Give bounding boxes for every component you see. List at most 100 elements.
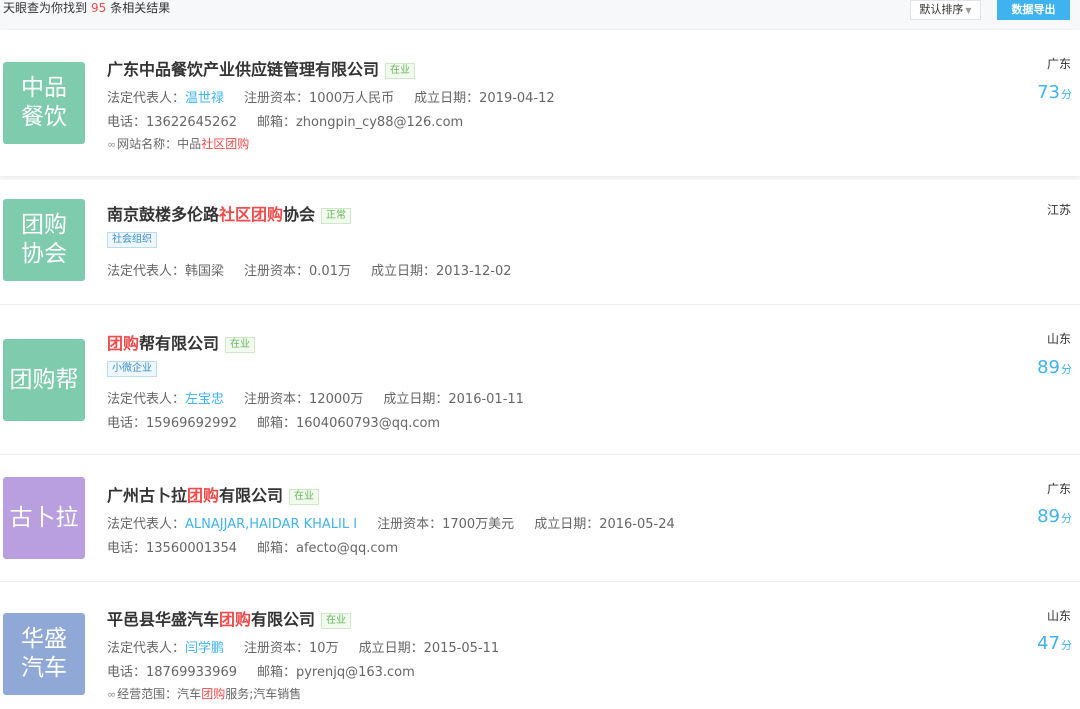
legal-rep-link[interactable]: ALNAJJAR,HAIDAR KHALIL I	[185, 517, 357, 532]
logo-text: 团购	[21, 212, 67, 238]
keyword-highlight: 团购	[219, 610, 252, 629]
score-value: 73	[1037, 82, 1060, 103]
company-logo[interactable]: 华盛 汽车	[3, 613, 85, 695]
results-toolbar: 天眼查为你找到 95 条相关结果 默认排序 ▼ 数据导出	[0, 0, 1080, 30]
company-name-link[interactable]: 广东中品餐饮产业供应链管理有限公司 在业	[107, 56, 416, 80]
score-unit: 分	[1061, 88, 1072, 101]
legal-rep-label: 法定代表人：	[107, 517, 186, 532]
link-icon: ∞	[107, 138, 117, 151]
phone: 电话：18769933969	[107, 665, 237, 680]
status-badge: 在业	[385, 63, 416, 79]
org-type-tag: 小微企业	[107, 361, 157, 377]
result-card-1: 中品餐饮 广东中品餐饮产业供应链管理有限公司 在业 法定代表人：温世禄 注册资本：1…	[0, 30, 1080, 176]
company-name-link[interactable]: 平邑县华盛汽车团购有限公司 在业	[107, 606, 352, 630]
founded-date: 成立日期：2015-05-11	[358, 641, 500, 656]
company-info-row: 法定代表人：韩国梁 注册资本：0.01万 成立日期：2013-12-02	[107, 260, 512, 279]
keyword-highlight: 团购	[187, 486, 220, 505]
email: 邮箱：afecto@qq.com	[256, 541, 399, 556]
company-logo[interactable]: 团购 协会	[3, 199, 85, 281]
keyword-highlight: 社区团购	[201, 137, 250, 151]
status-badge: 在业	[289, 489, 320, 505]
company-info-row: 法定代表人：左宝忠 注册资本：12000万 成立日期：2016-01-11	[107, 388, 524, 407]
score: 73分	[1037, 82, 1072, 103]
founded-date: 成立日期：2019-04-12	[414, 91, 555, 106]
sort-label: 默认排序	[919, 3, 964, 16]
logo-text: 协会	[21, 241, 67, 267]
result-card-2: 团购 协会 南京鼓楼多伦路社区团购协会 正常 社会组织 法定代表人：韩国梁 注册资本：…	[0, 180, 1080, 304]
company-name-part: 平邑县华盛汽车	[107, 610, 220, 629]
result-summary: 天眼查为你找到 95 条相关结果	[3, 0, 170, 16]
company-name-part: 广州古卜拉	[107, 486, 188, 505]
company-name-part: 协会	[283, 205, 316, 224]
score-unit: 分	[1061, 512, 1072, 525]
email: 邮箱：1604060793@qq.com	[256, 416, 441, 431]
phone: 电话：15969692992	[107, 416, 237, 431]
phone: 电话：13622645262	[107, 115, 237, 130]
keyword-highlight: 团购	[107, 334, 140, 353]
business-scope-row: ∞经营范围：汽车团购服务;汽车销售	[107, 685, 301, 702]
logo-text: 汽车	[21, 655, 67, 681]
result-card-4: 古卜拉 广州古卜拉团购有限公司 在业 法定代表人：ALNAJJAR,HAIDAR …	[0, 455, 1080, 581]
legal-rep-link[interactable]: 左宝忠	[185, 392, 224, 407]
phone: 电话：13560001354	[107, 541, 237, 556]
company-name-part: 南京鼓楼多伦路	[107, 205, 220, 224]
company-name: 广东中品餐饮产业供应链管理有限公司	[107, 60, 380, 79]
founded-date: 成立日期：2013-12-02	[370, 264, 512, 279]
logo-text: 中品	[21, 75, 67, 101]
contact-row: 电话：13560001354 邮箱：afecto@qq.com	[107, 537, 398, 556]
score: 89分	[1037, 357, 1072, 378]
result-count: 95	[91, 1, 107, 15]
website-label: 网站名称：中品	[117, 137, 202, 151]
keyword-highlight: 社区团购	[219, 205, 284, 224]
legal-rep-link[interactable]: 闫学鹏	[185, 641, 224, 656]
logo-text: 餐饮	[21, 104, 67, 130]
sort-dropdown[interactable]: 默认排序 ▼	[910, 0, 981, 20]
company-logo[interactable]: 古卜拉	[3, 477, 85, 559]
company-name-part: 帮有限公司	[139, 334, 220, 353]
logo-text: 华盛	[21, 626, 67, 652]
registered-capital: 注册资本：0.01万	[244, 264, 351, 279]
org-type-tag: 社会组织	[107, 232, 157, 248]
region: 广东	[1046, 57, 1071, 71]
region: 山东	[1046, 332, 1071, 346]
link-icon: ∞	[107, 688, 117, 701]
score: 89分	[1037, 506, 1072, 527]
legal-rep-label: 法定代表人：	[107, 264, 186, 279]
region: 广东	[1046, 482, 1071, 496]
legal-rep-label: 法定代表人：	[107, 91, 186, 106]
legal-rep-label: 法定代表人：	[107, 641, 186, 656]
score: 47分	[1037, 633, 1072, 654]
summary-prefix: 天眼查为你找到	[3, 1, 88, 15]
registered-capital: 注册资本：12000万	[244, 392, 364, 407]
email: 邮箱：zhongpin_cy88@126.com	[256, 115, 464, 130]
export-data-button[interactable]: 数据导出	[997, 0, 1070, 20]
founded-date: 成立日期：2016-01-11	[383, 392, 524, 407]
business-scope-label: 经营范围：汽车	[117, 687, 202, 701]
company-logo[interactable]: 团购帮	[3, 339, 85, 421]
company-name-part: 有限公司	[219, 486, 284, 505]
score-value: 89	[1037, 357, 1060, 378]
company-name-link[interactable]: 广州古卜拉团购有限公司 在业	[107, 482, 320, 506]
logo-text: 团购帮	[9, 366, 79, 393]
company-name-part: 有限公司	[251, 610, 316, 629]
legal-rep-link[interactable]: 温世禄	[185, 91, 224, 106]
registered-capital: 注册资本：1700万美元	[377, 517, 515, 532]
legal-rep-name: 韩国梁	[185, 264, 225, 279]
company-info-row: 法定代表人：闫学鹏 注册资本：10万 成立日期：2015-05-11	[107, 637, 499, 656]
registered-capital: 注册资本：1000万人民币	[244, 91, 395, 106]
summary-suffix: 条相关结果	[110, 1, 171, 15]
company-logo[interactable]: 中品 餐饮	[3, 62, 85, 144]
contact-row: 电话：13622645262 邮箱：zhongpin_cy88@126.com	[107, 111, 463, 130]
caret-down-icon: ▼	[965, 6, 972, 15]
keyword-highlight: 团购	[201, 687, 226, 701]
status-badge: 正常	[321, 208, 352, 224]
company-name-link[interactable]: 团购帮有限公司 在业	[107, 330, 256, 354]
logo-text: 古卜拉	[9, 504, 79, 531]
founded-date: 成立日期：2016-05-24	[534, 517, 675, 532]
contact-row: 电话：15969692992 邮箱：1604060793@qq.com	[107, 412, 440, 431]
registered-capital: 注册资本：10万	[244, 641, 339, 656]
company-name-link[interactable]: 南京鼓楼多伦路社区团购协会 正常	[107, 201, 352, 225]
email: 邮箱：pyrenjq@163.com	[256, 665, 415, 680]
score-value: 89	[1037, 506, 1060, 527]
result-card-3: 团购帮 团购帮有限公司 在业 小微企业 法定代表人：左宝忠 注册资本：12000万 成…	[0, 305, 1080, 454]
